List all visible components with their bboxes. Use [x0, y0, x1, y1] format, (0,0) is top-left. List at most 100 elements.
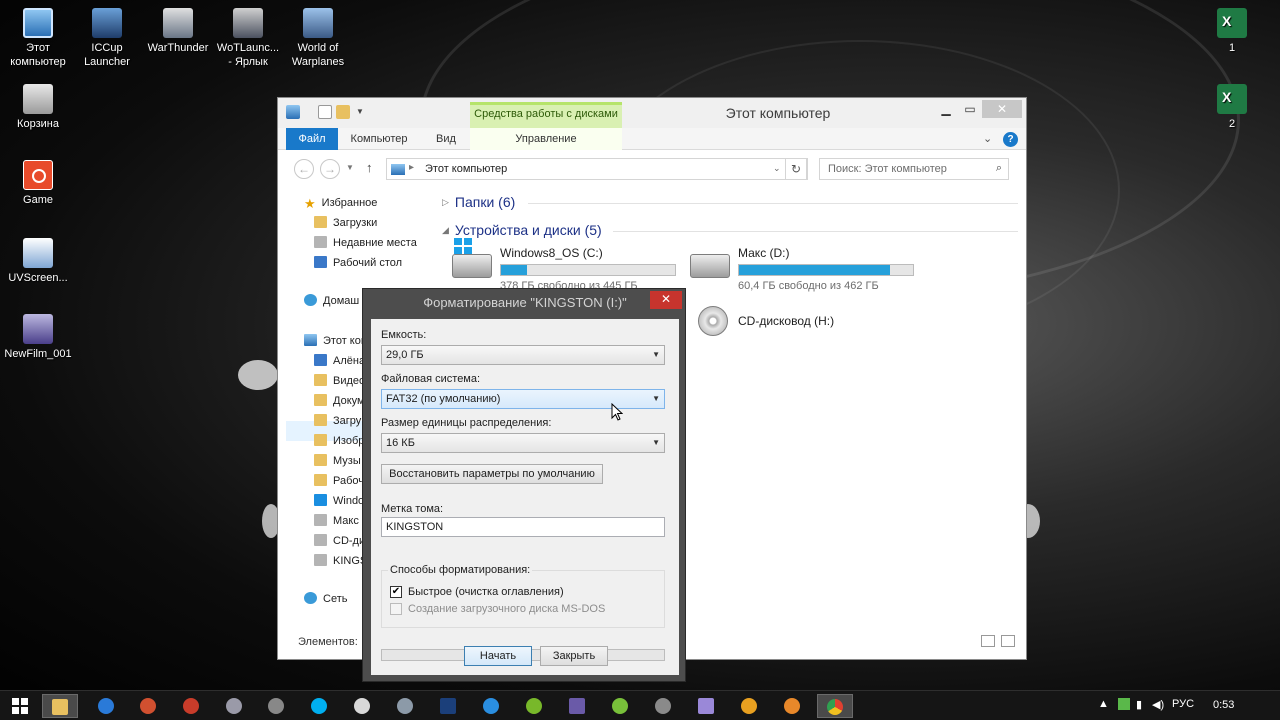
details-view-icon[interactable]	[981, 635, 995, 647]
tray-overflow-icon[interactable]: ▲	[1098, 698, 1109, 710]
nav-pc-item[interactable]: Windo	[314, 494, 364, 507]
close-button[interactable]: ✕	[982, 100, 1022, 118]
folder-icon	[314, 216, 327, 228]
address-bar[interactable]: ▸ Этот компьютер ⌄	[386, 158, 808, 180]
taskbar-app[interactable]	[559, 694, 595, 718]
drive-h[interactable]: CD-дисковод (H:)	[690, 306, 920, 346]
taskbar-steam[interactable]	[387, 694, 423, 718]
minimize-button[interactable]: ▁	[934, 100, 958, 118]
nav-desktop[interactable]: Рабочий стол	[314, 256, 402, 269]
allocation-select[interactable]: 16 КБ ▼	[381, 433, 665, 453]
search-icon: ⌕	[995, 162, 1002, 174]
forward-button[interactable]: →	[320, 159, 340, 179]
desktop-icon-excel-1[interactable]: 1	[1194, 4, 1270, 55]
taskbar-app[interactable]	[774, 694, 810, 718]
desktop-icon-excel-2[interactable]: 2	[1194, 80, 1270, 131]
network-status-icon[interactable]	[1118, 698, 1130, 710]
group-label: Устройства и диски (5)	[454, 222, 602, 238]
desktop-icon-game[interactable]: Game	[0, 156, 76, 207]
taskbar-utorrent[interactable]	[602, 694, 638, 718]
contextual-group-label: Средства работы с дисками	[474, 108, 618, 120]
desktop-icon-wot[interactable]: WoTLaunc... - Ярлык	[210, 4, 286, 69]
desktop-icon-warplanes[interactable]: World of Warplanes	[280, 4, 356, 69]
taskbar-app[interactable]	[344, 694, 380, 718]
nav-downloads[interactable]: Загрузки	[314, 216, 377, 229]
nav-label: Избранное	[321, 197, 378, 209]
tab-file[interactable]: Файл	[286, 128, 338, 150]
collapse-arrow-icon: ◢	[442, 225, 449, 235]
volume-label-input[interactable]: KINGSTON	[381, 517, 665, 537]
wallpaper-light	[238, 360, 278, 390]
desktop-icon-uvscreen[interactable]: UVScreen...	[0, 234, 76, 285]
chevron-down-icon[interactable]: ⌄	[773, 163, 781, 174]
taskbar-app[interactable]	[88, 694, 124, 718]
tab-computer[interactable]: Компьютер	[340, 128, 418, 150]
recent-locations-icon[interactable]: ▼	[346, 163, 354, 172]
taskbar-app[interactable]	[731, 694, 767, 718]
start-button[interactable]	[12, 698, 28, 714]
up-arrow-icon[interactable]: ↑	[366, 160, 373, 175]
desktop-icon-iccup[interactable]: ICCup Launcher	[69, 4, 145, 69]
taskbar-app[interactable]	[173, 694, 209, 718]
help-icon[interactable]: ?	[1003, 132, 1018, 147]
nav-pc-item[interactable]: Загру	[314, 414, 361, 427]
close-dialog-button[interactable]: Закрыть	[540, 646, 608, 666]
taskbar-app[interactable]	[258, 694, 294, 718]
chevron-down-icon[interactable]: ▼	[356, 107, 370, 121]
tab-manage[interactable]: Управление	[470, 128, 622, 150]
new-folder-icon[interactable]	[336, 105, 350, 119]
taskbar-skype[interactable]	[301, 694, 337, 718]
maximize-button[interactable]: ▭	[958, 100, 982, 118]
dialog-close-button[interactable]: ✕	[650, 291, 682, 309]
tab-view[interactable]: Вид	[422, 128, 470, 150]
nav-network[interactable]: Сеть	[304, 592, 347, 605]
breadcrumb[interactable]: Этот компьютер	[425, 163, 507, 175]
nav-pc-item[interactable]: Докум	[314, 394, 365, 407]
taskbar-app[interactable]	[516, 694, 552, 718]
desktop-icon-recycle-bin[interactable]: Корзина	[0, 80, 76, 131]
back-button[interactable]: ←	[294, 159, 314, 179]
taskbar-ie[interactable]	[473, 694, 509, 718]
start-button[interactable]: Начать	[464, 646, 532, 666]
nav-favorites[interactable]: ★ Избранное	[304, 196, 378, 211]
nav-homegroup[interactable]: Домаш	[304, 294, 359, 307]
msdos-checkbox[interactable]	[390, 603, 402, 615]
nav-recent[interactable]: Недавние места	[314, 236, 417, 249]
capacity-select[interactable]: 29,0 ГБ ▼	[381, 345, 665, 365]
desktop-icon-warthunder[interactable]: WarThunder	[140, 4, 216, 55]
properties-icon[interactable]	[318, 105, 332, 119]
nav-pc-item[interactable]: Макс	[314, 514, 359, 527]
nav-this-pc[interactable]: Этот ком	[304, 334, 368, 347]
drive-d[interactable]: Макс (D:) 60,4 ГБ свободно из 462 ГБ	[690, 246, 920, 296]
nav-pc-item[interactable]: Рабоч	[314, 474, 364, 487]
chevron-down-icon[interactable]: ⌄	[983, 132, 992, 145]
signal-icon[interactable]: ▮	[1136, 698, 1142, 711]
drive-usage-bar	[500, 264, 676, 276]
nav-pc-item[interactable]: CD-ди	[314, 534, 365, 547]
taskbar-app[interactable]	[130, 694, 166, 718]
clock[interactable]: 0:53	[1213, 699, 1234, 711]
taskbar-chrome[interactable]	[817, 694, 853, 718]
nav-pc-item[interactable]: Изобр	[314, 434, 364, 447]
desktop-icon-newfilm[interactable]: NewFilm_001	[0, 310, 76, 361]
quick-format-checkbox[interactable]: ✔	[390, 586, 402, 598]
refresh-button[interactable]: ↻	[785, 158, 807, 180]
nav-pc-item[interactable]: Музы	[314, 454, 361, 467]
nav-pc-item[interactable]: Видео	[314, 374, 365, 387]
taskbar-explorer[interactable]	[42, 694, 78, 718]
taskbar-photoshop[interactable]	[430, 694, 466, 718]
group-devices[interactable]: ◢ Устройства и диски (5)	[442, 222, 602, 238]
large-icons-view-icon[interactable]	[1001, 635, 1015, 647]
taskbar-app[interactable]	[216, 694, 252, 718]
language-indicator[interactable]: РУС	[1172, 698, 1194, 710]
volume-icon[interactable]: ◀)	[1152, 698, 1164, 711]
group-folders[interactable]: ▷ Папки (6)	[442, 194, 515, 210]
taskbar-app[interactable]	[688, 694, 724, 718]
nav-pc-item[interactable]: Алёна	[314, 354, 365, 367]
taskbar-app[interactable]	[645, 694, 681, 718]
nav-pc-item[interactable]: KINGS	[314, 554, 367, 567]
address-row: ← → ▼ ↑ ▸ Этот компьютер ⌄ ↻ Поиск: Этот…	[278, 150, 1026, 188]
search-input[interactable]: Поиск: Этот компьютер ⌕	[819, 158, 1009, 180]
restore-defaults-button[interactable]: Восстановить параметры по умолчанию	[381, 464, 603, 484]
desktop-icon-this-pc[interactable]: Этот компьютер	[0, 4, 76, 69]
